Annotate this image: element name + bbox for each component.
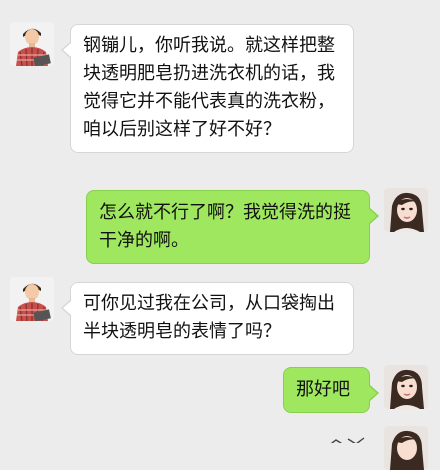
message-text: 可你见过我在公司，从口袋掏出半块透明皂的表情了吗？ [83, 293, 335, 342]
chat-view: 钢镚儿，你听我说。就这样把整块透明肥皂扔进洗衣机的话，我觉得它并不能代表真的洗衣… [0, 0, 440, 470]
woman-avatar-icon[interactable] [384, 188, 428, 232]
man-avatar-icon[interactable] [10, 277, 54, 321]
bubble-tail [63, 301, 71, 315]
message-text: 怎么就不行了啊？我觉得洗的挺干净的啊。 [99, 202, 351, 251]
incoming-message-bubble[interactable]: 钢镚儿，你听我说。就这样把整块透明肥皂扔进洗衣机的话，我觉得它并不能代表真的洗衣… [61, 24, 354, 153]
incoming-message-bubble[interactable]: 可你见过我在公司，从口袋掏出半块透明皂的表情了吗？ [61, 282, 354, 355]
bubble-tail [369, 209, 377, 223]
message-text: 那好吧 [296, 379, 350, 400]
woman-avatar-icon[interactable] [384, 365, 428, 409]
partial-sticker [326, 432, 366, 443]
man-avatar-icon[interactable] [10, 22, 54, 66]
message-text: 钢镚儿，你听我说。就这样把整块透明肥皂扔进洗衣机的话，我觉得它并不能代表真的洗衣… [83, 35, 335, 140]
outgoing-message-bubble[interactable]: 怎么就不行了啊？我觉得洗的挺干净的啊。 [86, 190, 379, 264]
woman-avatar-icon[interactable] [384, 426, 428, 470]
bubble-tail [63, 43, 71, 57]
outgoing-message-bubble[interactable]: 那好吧 [283, 367, 379, 413]
bubble-tail [369, 386, 377, 400]
